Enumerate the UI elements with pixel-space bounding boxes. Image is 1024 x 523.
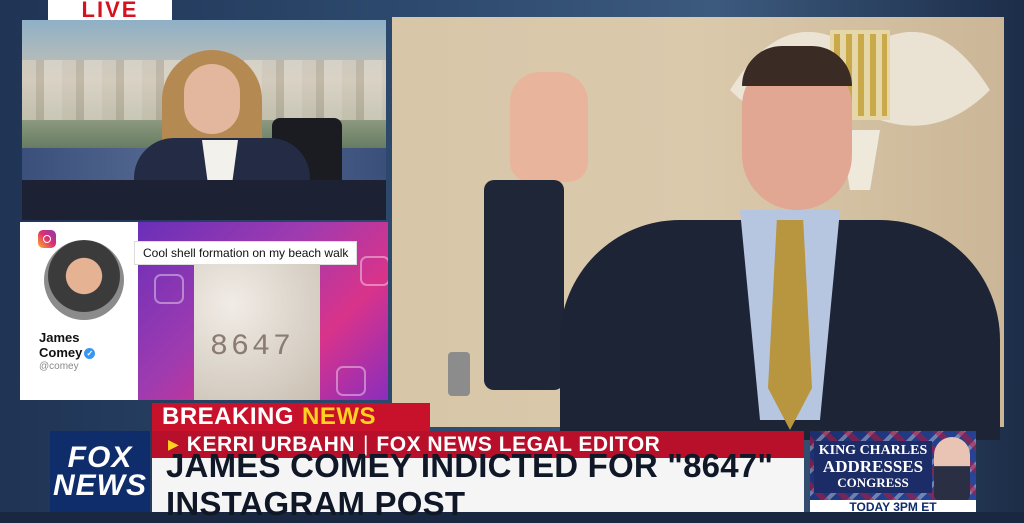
verified-badge-icon: ✓: [84, 348, 96, 360]
king-photo: [934, 437, 970, 501]
instagram-post-card: James Comey ✓ @comey Cool shell formation…: [20, 222, 388, 400]
anchor-desk: [22, 180, 386, 220]
post-caption: Cool shell formation on my beach walk: [134, 241, 358, 265]
headline-bar: JAMES COMEY INDICTED FOR "8647" INSTAGRA…: [152, 447, 804, 522]
anchor-face: [184, 64, 240, 134]
promo-line-2: ADDRESSES: [822, 457, 924, 476]
author-handle: @comey: [39, 361, 79, 372]
avatar: [44, 240, 124, 320]
author-name: James Comey ✓: [39, 330, 119, 360]
promo-headline: KING CHARLES ADDRESSES CONGRESS: [814, 441, 932, 493]
logo-line-1: FOX: [67, 440, 133, 474]
logo-line-2: NEWS: [53, 468, 147, 502]
breaking-label: BREAKING: [162, 403, 295, 430]
instagram-watermark-icon: [154, 274, 184, 304]
fox-news-logo: FOX NEWS: [50, 431, 150, 512]
live-badge: LIVE: [48, 0, 172, 22]
raised-arm: [484, 180, 564, 390]
camera-device: [448, 352, 470, 396]
anchor-video-feed: [22, 20, 386, 220]
instagram-logo-icon: [38, 230, 56, 248]
breaking-news-banner: BREAKING NEWS: [152, 403, 430, 431]
shell-formation-text: 8647: [210, 330, 295, 364]
instagram-watermark-icon: [336, 366, 366, 396]
promo-line-3: CONGRESS: [837, 475, 909, 490]
author-name-text: James Comey: [39, 330, 83, 360]
raised-hand: [510, 72, 588, 182]
promo-time: TODAY 3PM ET: [810, 500, 976, 512]
instagram-watermark-icon: [360, 256, 388, 286]
news-label: NEWS: [302, 403, 377, 430]
promo-box: KING CHARLES ADDRESSES CONGRESS TODAY 3P…: [810, 431, 976, 512]
